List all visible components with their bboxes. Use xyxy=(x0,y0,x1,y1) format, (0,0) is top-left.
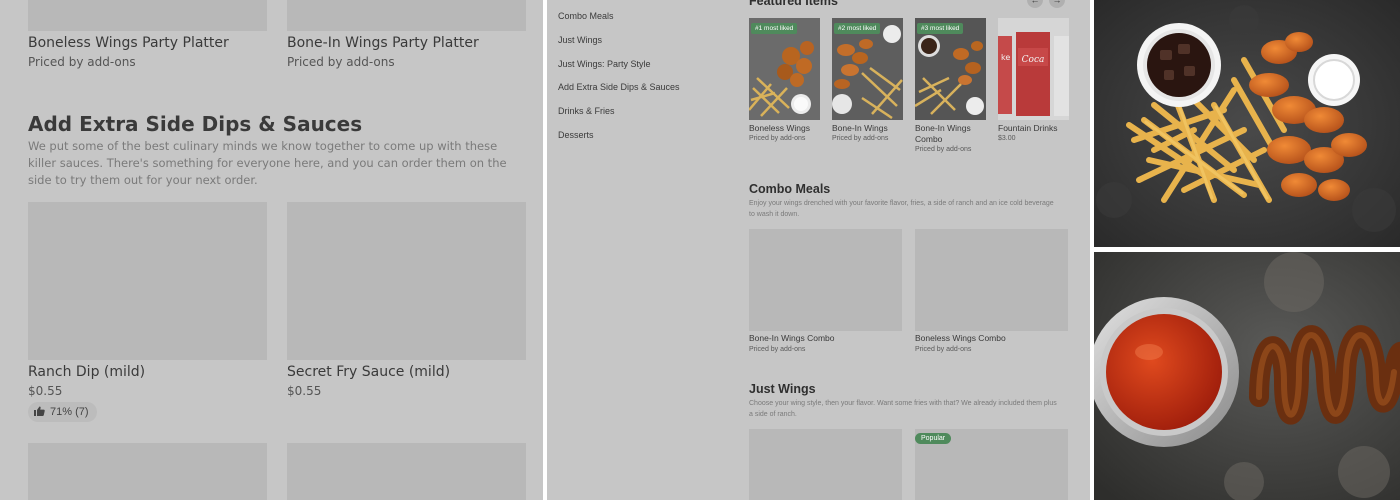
featured-price: Priced by add-ons xyxy=(749,135,806,142)
sauce-photo xyxy=(1094,252,1400,500)
nav-item-just-wings[interactable]: Just Wings xyxy=(558,32,680,56)
featured-name: Bone-In Wings Combo xyxy=(915,123,971,144)
food-image: #2 most liked xyxy=(832,18,903,120)
item-name[interactable]: Bone-In Wings Party Platter xyxy=(287,35,479,51)
item-name[interactable]: Ranch Dip (mild) xyxy=(28,364,145,380)
rank-badge: #3 most liked xyxy=(917,23,964,34)
item-price: $0.55 xyxy=(28,384,63,398)
nav-item-party-style[interactable]: Just Wings: Party Style xyxy=(558,56,680,80)
item-price: Priced by add-ons xyxy=(287,55,395,69)
item-price: Priced by add-ons xyxy=(749,346,806,353)
featured-price: $3.00 xyxy=(998,135,1016,142)
section-description: Enjoy your wings drenched with your favo… xyxy=(749,200,1054,218)
section-description: Choose your wing style, then your flavor… xyxy=(749,400,1057,418)
item-image-placeholder[interactable] xyxy=(28,443,267,500)
featured-name: Fountain Drinks xyxy=(998,123,1058,133)
item-name[interactable]: Secret Fry Sauce (mild) xyxy=(287,364,450,380)
arrow-left-icon[interactable]: ← xyxy=(1027,0,1043,8)
section-description: We put some of the best culinary minds w… xyxy=(28,139,507,187)
rating-text: 71% (7) xyxy=(50,406,89,418)
item-image-placeholder[interactable] xyxy=(287,202,526,360)
item-image-placeholder[interactable] xyxy=(28,202,267,360)
nav-item-dips-sauces[interactable]: Add Extra Side Dips & Sauces xyxy=(558,79,680,103)
popular-badge: Popular xyxy=(915,433,952,444)
featured-price: Priced by add-ons xyxy=(915,146,972,153)
thumbs-up-icon xyxy=(34,406,45,419)
nav-item-desserts[interactable]: Desserts xyxy=(558,127,680,151)
arrow-right-icon[interactable]: → xyxy=(1049,0,1065,8)
nav-item-combo-meals[interactable]: Combo Meals xyxy=(558,8,680,32)
section-title: Just Wings xyxy=(749,382,816,396)
menu-panel-middle: Combo Meals Just Wings Just Wings: Party… xyxy=(547,0,1090,500)
item-image-placeholder[interactable] xyxy=(915,229,1068,331)
featured-title: Featured Items xyxy=(749,0,838,8)
featured-item[interactable]: #2 most liked Bone-In Wings Priced by ad… xyxy=(832,18,903,142)
item-image-placeholder[interactable] xyxy=(749,229,902,331)
rank-badge: #1 most liked xyxy=(751,23,798,34)
featured-price: Priced by add-ons xyxy=(832,135,889,142)
item-image-placeholder[interactable] xyxy=(28,0,267,31)
menu-panel-left: Boneless Wings Party Platter Priced by a… xyxy=(0,0,543,500)
featured-name: Bone-In Wings xyxy=(832,123,888,133)
svg-text:ke: ke xyxy=(1001,53,1010,62)
nav-item-drinks-fries[interactable]: Drinks & Fries xyxy=(558,103,680,127)
food-image: #1 most liked xyxy=(749,18,820,120)
item-image-placeholder[interactable] xyxy=(287,443,526,500)
rating-badge: 71% (7) xyxy=(28,402,97,422)
item-price: Priced by add-ons xyxy=(28,55,136,69)
rank-badge: #2 most liked xyxy=(834,23,881,34)
food-image: #3 most liked xyxy=(915,18,986,120)
section-title: Add Extra Side Dips & Sauces xyxy=(28,112,363,136)
item-price: Priced by add-ons xyxy=(915,346,972,353)
item-image-placeholder[interactable] xyxy=(287,0,526,31)
svg-text:Coca: Coca xyxy=(1022,55,1045,65)
item-name[interactable]: Bone-In Wings Combo xyxy=(749,333,835,343)
featured-name: Boneless Wings xyxy=(749,123,810,133)
section-title: Combo Meals xyxy=(749,182,831,196)
item-name[interactable]: Boneless Wings Combo xyxy=(915,333,1006,343)
featured-item[interactable]: Coca ke Fountain Drinks $3.00 xyxy=(998,18,1069,142)
item-image-placeholder[interactable] xyxy=(749,429,902,500)
featured-item[interactable]: #3 most liked Bone-In Wings Combo Priced… xyxy=(915,18,986,153)
wings-fries-photo xyxy=(1094,0,1400,247)
category-nav: Combo Meals Just Wings Just Wings: Party… xyxy=(558,8,680,151)
item-price: $0.55 xyxy=(287,384,322,398)
item-name[interactable]: Boneless Wings Party Platter xyxy=(28,35,229,51)
drinks-image: Coca ke xyxy=(998,18,1069,120)
featured-item[interactable]: #1 most liked Boneless Wings Priced by a… xyxy=(749,18,820,142)
